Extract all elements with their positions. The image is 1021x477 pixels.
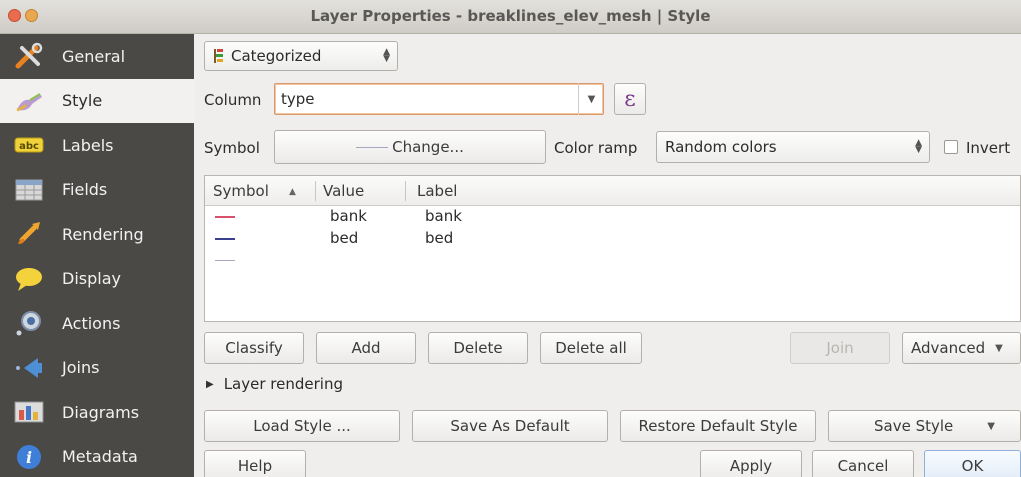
- column-field-value: type: [281, 90, 315, 108]
- sidebar-item-labels[interactable]: abc Labels: [0, 123, 194, 168]
- info-icon: i: [10, 442, 48, 472]
- sidebar-item-general[interactable]: General: [0, 34, 194, 79]
- classify-button[interactable]: Classify: [204, 332, 304, 364]
- advanced-menu-button[interactable]: Advanced ▼: [902, 332, 1021, 364]
- cancel-button[interactable]: Cancel: [812, 450, 914, 477]
- sidebar-item-label: Fields: [62, 180, 108, 200]
- expression-button[interactable]: ε: [614, 83, 646, 115]
- color-ramp-label: Color ramp: [554, 139, 638, 157]
- header-separator: [405, 181, 406, 201]
- table-fields-icon: [10, 175, 48, 205]
- layer-rendering-label: Layer rendering: [223, 375, 343, 393]
- row-label: bank: [425, 207, 462, 225]
- sidebar-item-actions[interactable]: Actions: [0, 301, 194, 346]
- line-symbol-icon: [215, 238, 235, 240]
- table-row[interactable]: bed bed: [205, 228, 1020, 250]
- symbol-label: Symbol: [204, 139, 260, 157]
- ok-button[interactable]: OK: [924, 450, 1021, 477]
- sidebar-item-rendering[interactable]: Rendering: [0, 212, 194, 257]
- sidebar-item-joins[interactable]: Joins: [0, 346, 194, 391]
- sidebar-item-metadata[interactable]: i Metadata: [0, 435, 194, 477]
- advanced-label: Advanced: [911, 339, 986, 357]
- row-value: bed: [330, 229, 359, 247]
- layer-rendering-toggle[interactable]: ▶ Layer rendering: [206, 375, 343, 393]
- window-titlebar: Layer Properties - breaklines_elev_mesh …: [0, 0, 1021, 34]
- delete-all-button[interactable]: Delete all: [540, 332, 642, 364]
- line-symbol-preview-icon: [356, 146, 389, 148]
- column-label: Column: [204, 91, 262, 109]
- save-style-label: Save Style: [874, 417, 954, 435]
- window-title: Layer Properties - breaklines_elev_mesh …: [310, 7, 711, 25]
- diagrams-icon: [10, 397, 48, 427]
- join-button[interactable]: Join: [790, 332, 890, 364]
- joins-arrow-icon: [10, 353, 48, 383]
- sidebar-item-label: Labels: [62, 135, 114, 155]
- column-header-value[interactable]: Value: [323, 182, 364, 200]
- renderer-type-value: Categorized: [231, 47, 322, 65]
- table-row[interactable]: bank bank: [205, 206, 1020, 228]
- sidebar-item-label: Actions: [62, 313, 121, 333]
- sidebar: General Style abc Labels Fields Renderin…: [0, 34, 194, 477]
- sidebar-item-label: Diagrams: [62, 402, 140, 422]
- chevron-down-icon: ▼: [995, 342, 1003, 354]
- column-field[interactable]: type: [274, 83, 604, 115]
- line-symbol-icon: [215, 216, 235, 218]
- sort-ascending-icon: ▲: [289, 187, 296, 197]
- paintbrush-rendering-icon: [10, 219, 48, 249]
- sidebar-item-label: Display: [62, 269, 121, 289]
- line-symbol-icon: [215, 260, 235, 261]
- spin-arrows-icon: ▲ ▼: [383, 47, 390, 64]
- epsilon-expression-icon: ε: [624, 86, 636, 112]
- change-symbol-button[interactable]: Change...: [274, 130, 546, 164]
- sidebar-item-label: Rendering: [62, 224, 144, 244]
- sidebar-item-label: Metadata: [62, 447, 138, 467]
- sidebar-item-fields[interactable]: Fields: [0, 168, 194, 213]
- invert-checkbox[interactable]: [944, 140, 958, 154]
- paint-brush-icon: [10, 86, 48, 116]
- header-separator: [315, 181, 316, 201]
- column-header-symbol[interactable]: Symbol: [213, 182, 269, 200]
- tools-icon: [10, 41, 48, 71]
- svg-text:abc: abc: [19, 141, 39, 152]
- delete-button[interactable]: Delete: [428, 332, 528, 364]
- color-ramp-select[interactable]: Random colors ▲ ▼: [656, 131, 930, 163]
- color-ramp-value: Random colors: [665, 138, 777, 156]
- add-button[interactable]: Add: [316, 332, 416, 364]
- spin-arrows-icon: ▲ ▼: [915, 138, 922, 155]
- triangle-right-icon: ▶: [206, 378, 214, 390]
- sidebar-item-label: Joins: [62, 358, 100, 378]
- apply-button[interactable]: Apply: [700, 450, 802, 477]
- row-label: bed: [425, 229, 454, 247]
- style-panel: Categorized ▲ ▼ Column type ▼ ε Symbol Ch…: [194, 34, 1021, 477]
- column-dropdown-arrow[interactable]: ▼: [578, 83, 604, 115]
- gear-actions-icon: [10, 308, 48, 338]
- categorized-icon: [213, 48, 225, 64]
- renderer-type-select[interactable]: Categorized ▲ ▼: [204, 41, 398, 71]
- sidebar-item-label: Style: [62, 91, 103, 111]
- change-symbol-label: Change...: [392, 138, 464, 156]
- save-style-menu-button[interactable]: Save Style ▼: [828, 410, 1021, 442]
- row-value: bank: [330, 207, 367, 225]
- chevron-down-icon: ▼: [587, 93, 596, 105]
- help-button[interactable]: Help: [204, 450, 306, 477]
- restore-default-style-button[interactable]: Restore Default Style: [620, 410, 816, 442]
- abc-label-icon: abc: [10, 130, 48, 160]
- svg-text:i: i: [26, 448, 32, 467]
- sidebar-item-diagrams[interactable]: Diagrams: [0, 390, 194, 435]
- sidebar-item-style[interactable]: Style: [0, 78, 194, 123]
- sidebar-item-label: General: [62, 46, 126, 66]
- table-row[interactable]: [205, 250, 1020, 272]
- invert-label: Invert: [966, 139, 1011, 157]
- load-style-button[interactable]: Load Style ...: [204, 410, 400, 442]
- chevron-down-icon: ▼: [987, 420, 995, 432]
- table-header: Symbol ▲ Value Label: [205, 176, 1020, 206]
- column-header-label[interactable]: Label: [417, 182, 457, 200]
- speech-bubble-icon: [10, 264, 48, 294]
- save-as-default-button[interactable]: Save As Default: [412, 410, 608, 442]
- categories-table: Symbol ▲ Value Label bank bank bed bed: [204, 175, 1021, 322]
- sidebar-item-display[interactable]: Display: [0, 257, 194, 302]
